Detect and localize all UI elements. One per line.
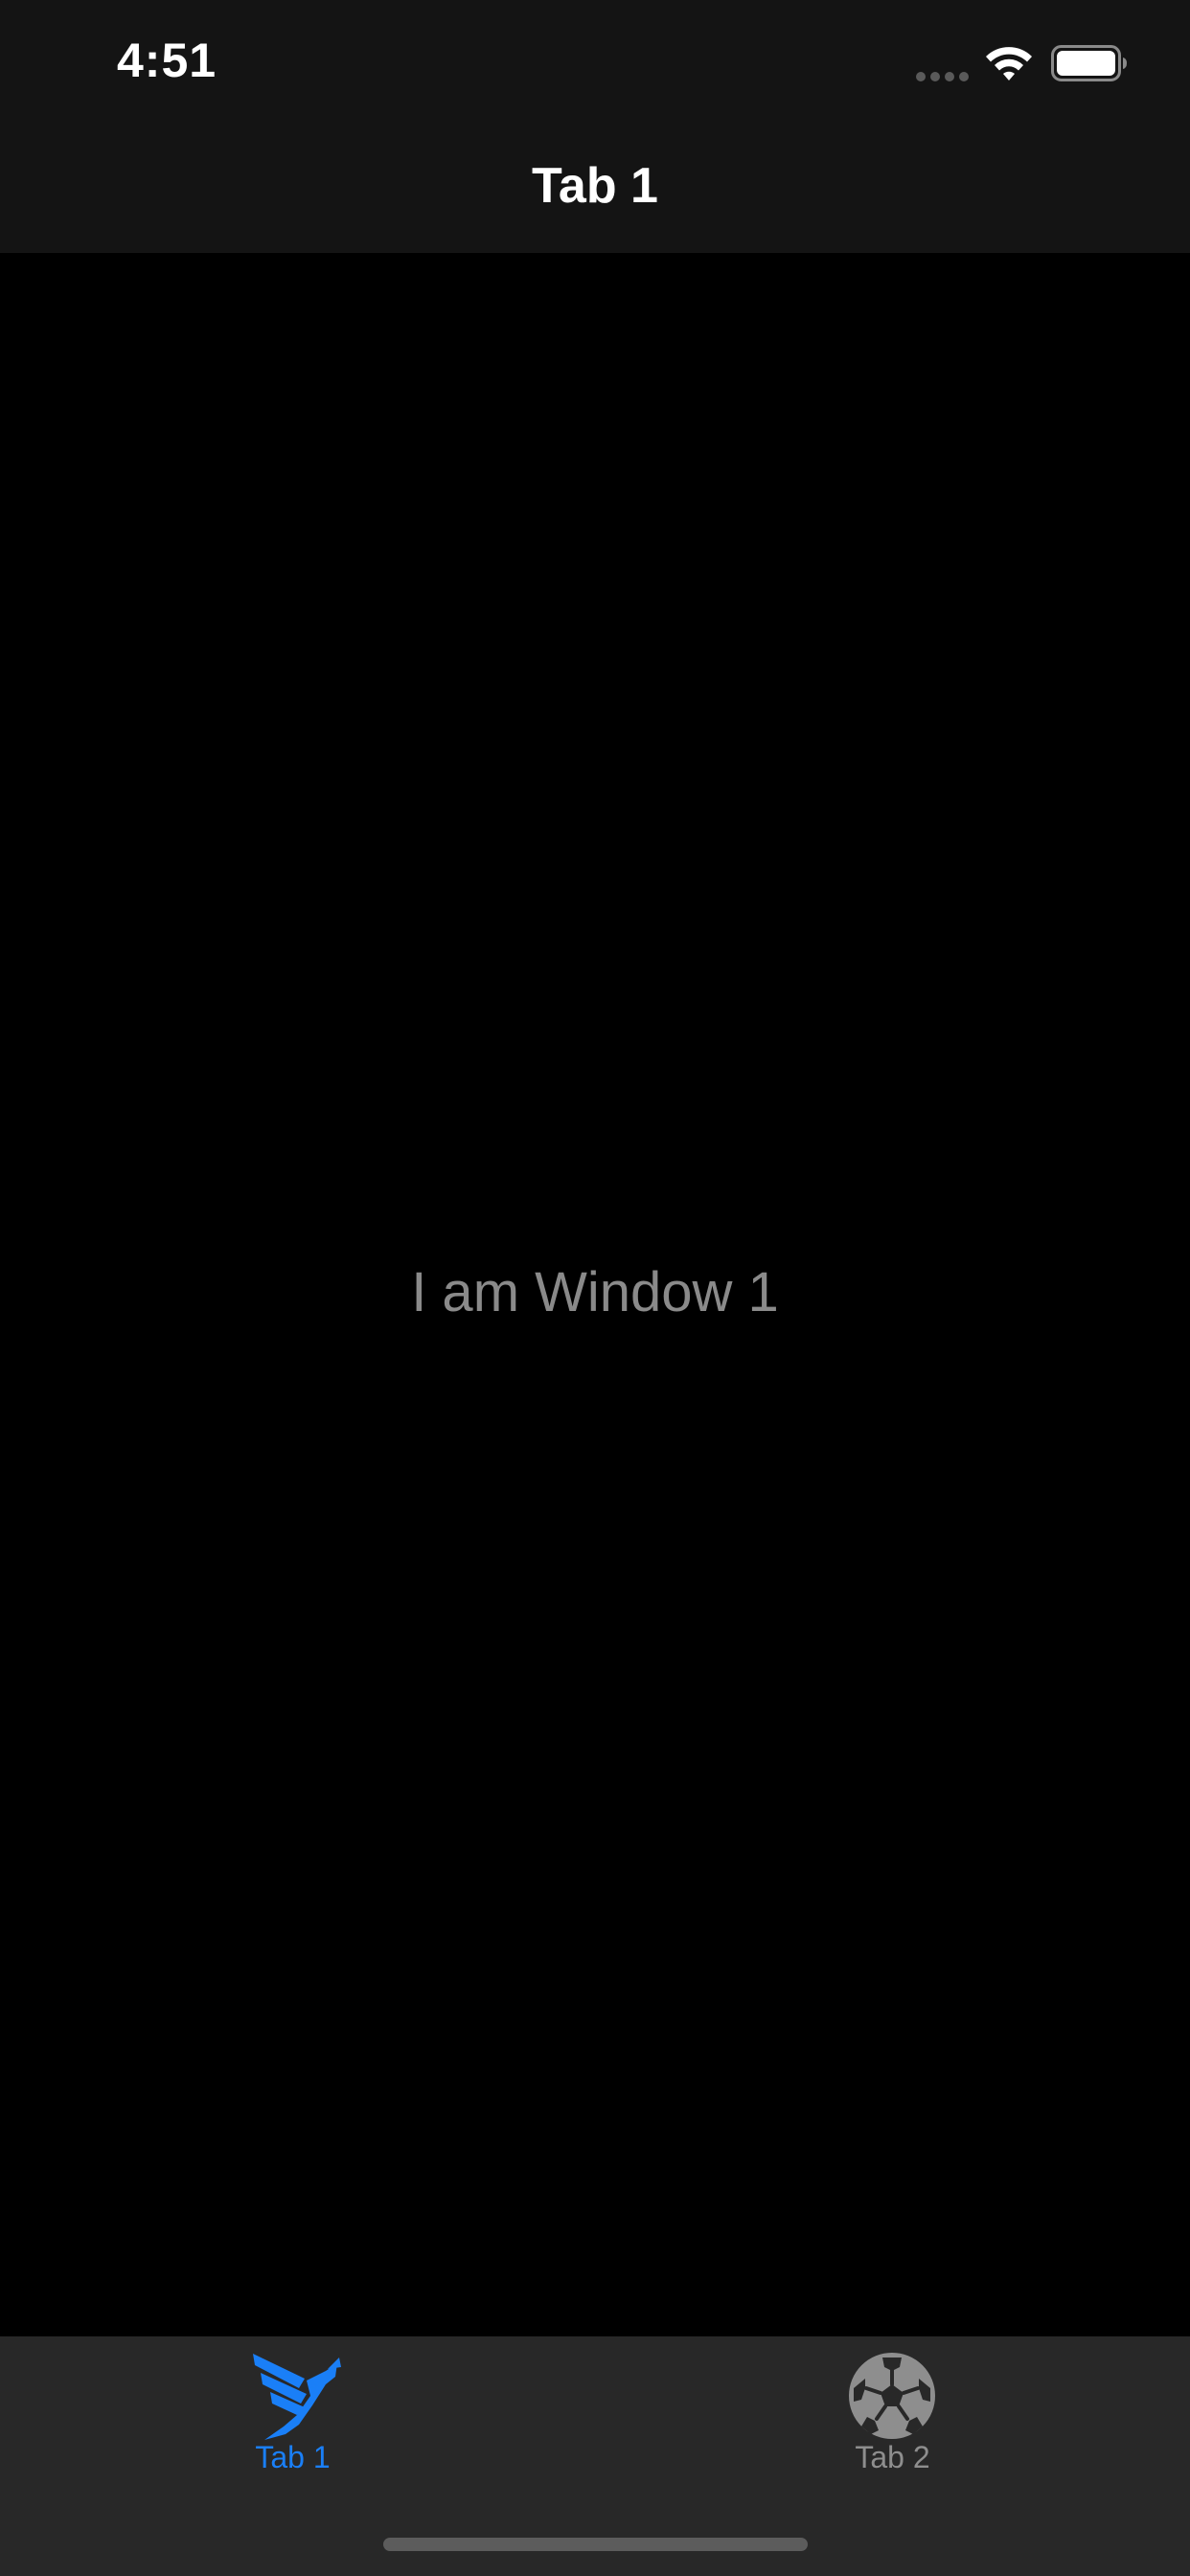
- cellular-signal-icon: [916, 72, 969, 81]
- status-bar: 4:51: [0, 0, 1190, 126]
- navigation-bar: Tab 1: [0, 126, 1190, 253]
- tab-2-label: Tab 2: [855, 2440, 930, 2474]
- page-title: Tab 1: [532, 158, 658, 214]
- status-time: 4:51: [117, 34, 217, 87]
- tab-2[interactable]: Tab 2: [595, 2336, 1190, 2499]
- bird-logo-icon: [253, 2354, 341, 2440]
- window-label: I am Window 1: [411, 1261, 779, 1323]
- tab-1-label: Tab 1: [255, 2440, 331, 2474]
- home-indicator[interactable]: [383, 2538, 808, 2551]
- tab-1[interactable]: Tab 1: [0, 2336, 595, 2499]
- header: 4:51 Tab 1: [0, 0, 1190, 253]
- app-screen: 4:51 Tab 1 I am Window 1 Tab 1 Tab 2: [0, 0, 1190, 2576]
- battery-icon: [1051, 45, 1127, 81]
- soccer-ball-icon: [849, 2353, 935, 2439]
- wifi-icon: [986, 47, 1032, 80]
- main-content: I am Window 1: [0, 253, 1190, 2336]
